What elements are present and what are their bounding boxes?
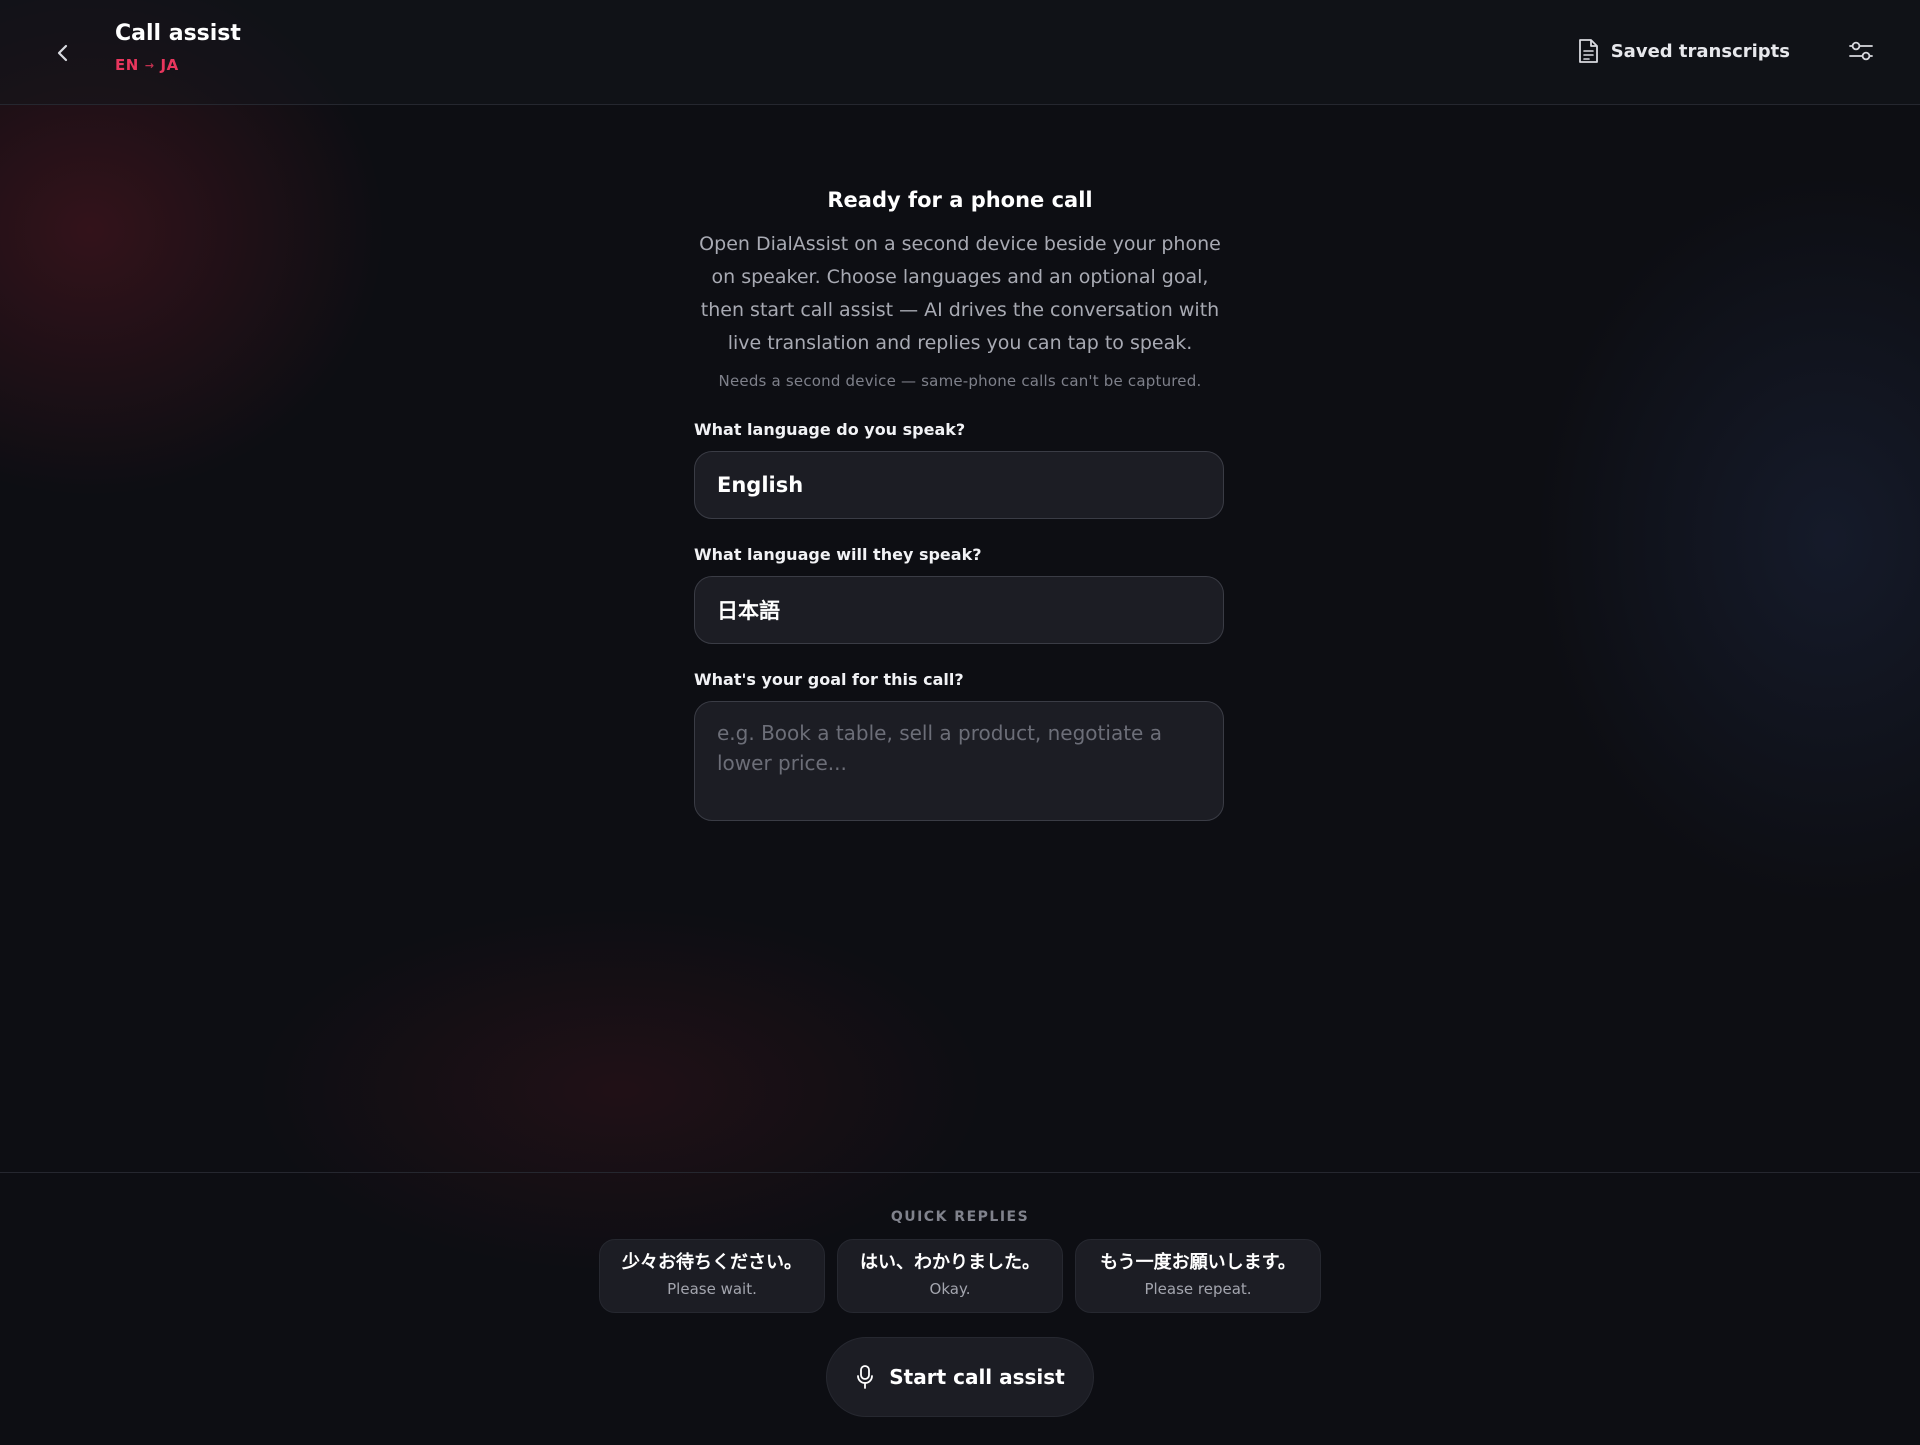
document-icon: [1578, 39, 1598, 63]
app-window: Call assist EN → JA Saved transcripts Re…: [0, 0, 1920, 1445]
quick-replies-title: QUICK REPLIES: [890, 1209, 1030, 1225]
back-button[interactable]: [46, 36, 80, 70]
ready-heading: Ready for a phone call: [827, 188, 1093, 212]
quick-reply-japanese: もう一度お願いします。: [1100, 1252, 1296, 1273]
quick-reply-okay[interactable]: はい、わかりました。 Okay.: [837, 1239, 1063, 1313]
their-language-value: 日本語: [717, 599, 780, 623]
start-call-assist-label: Start call assist: [889, 1365, 1065, 1389]
start-call-assist-button[interactable]: Start call assist: [826, 1337, 1094, 1417]
chevron-left-icon: [57, 44, 68, 62]
target-language-code: JA: [160, 56, 179, 74]
setup-panel: Ready for a phone call Open DialAssist o…: [694, 180, 1226, 821]
their-language-select[interactable]: 日本語: [694, 576, 1224, 644]
saved-transcripts-button[interactable]: Saved transcripts: [1577, 34, 1790, 68]
source-language-code: EN: [115, 56, 139, 74]
page-title: Call assist: [115, 21, 241, 46]
your-language-label: What language do you speak?: [694, 420, 966, 439]
goal-label: What's your goal for this call?: [694, 670, 964, 689]
your-language-value: English: [717, 473, 804, 497]
quick-reply-please-wait[interactable]: 少々お待ちください。 Please wait.: [599, 1239, 825, 1313]
quick-reply-please-repeat[interactable]: もう一度お願いします。 Please repeat.: [1075, 1239, 1321, 1313]
quick-reply-english: Please wait.: [667, 1280, 757, 1298]
instructions-text: Open DialAssist on a second device besid…: [699, 233, 1221, 354]
quick-replies-list: 少々お待ちください。 Please wait. はい、わかりました。 Okay.…: [0, 1239, 1920, 1313]
quick-reply-japanese: 少々お待ちください。: [622, 1252, 802, 1273]
microphone-icon: [857, 1365, 874, 1389]
quick-reply-japanese: はい、わかりました。: [860, 1252, 1040, 1273]
their-language-label: What language will they speak?: [694, 545, 982, 564]
your-language-select[interactable]: English: [694, 451, 1224, 519]
saved-transcripts-label: Saved transcripts: [1610, 40, 1790, 62]
second-device-note: Needs a second device — same-phone calls…: [718, 372, 1202, 390]
quick-reply-english: Okay.: [929, 1280, 971, 1298]
sliders-icon: [1849, 41, 1873, 61]
goal-input[interactable]: [694, 701, 1224, 821]
quick-reply-english: Please repeat.: [1144, 1280, 1252, 1298]
header-bar: Call assist EN → JA Saved transcripts: [0, 0, 1920, 105]
bottom-bar: QUICK REPLIES 少々お待ちください。 Please wait. はい…: [0, 1172, 1920, 1445]
settings-button[interactable]: [1844, 34, 1878, 68]
language-pair: EN → JA: [115, 56, 241, 74]
arrow-icon: →: [144, 58, 155, 72]
title-block: Call assist EN → JA: [115, 20, 241, 74]
